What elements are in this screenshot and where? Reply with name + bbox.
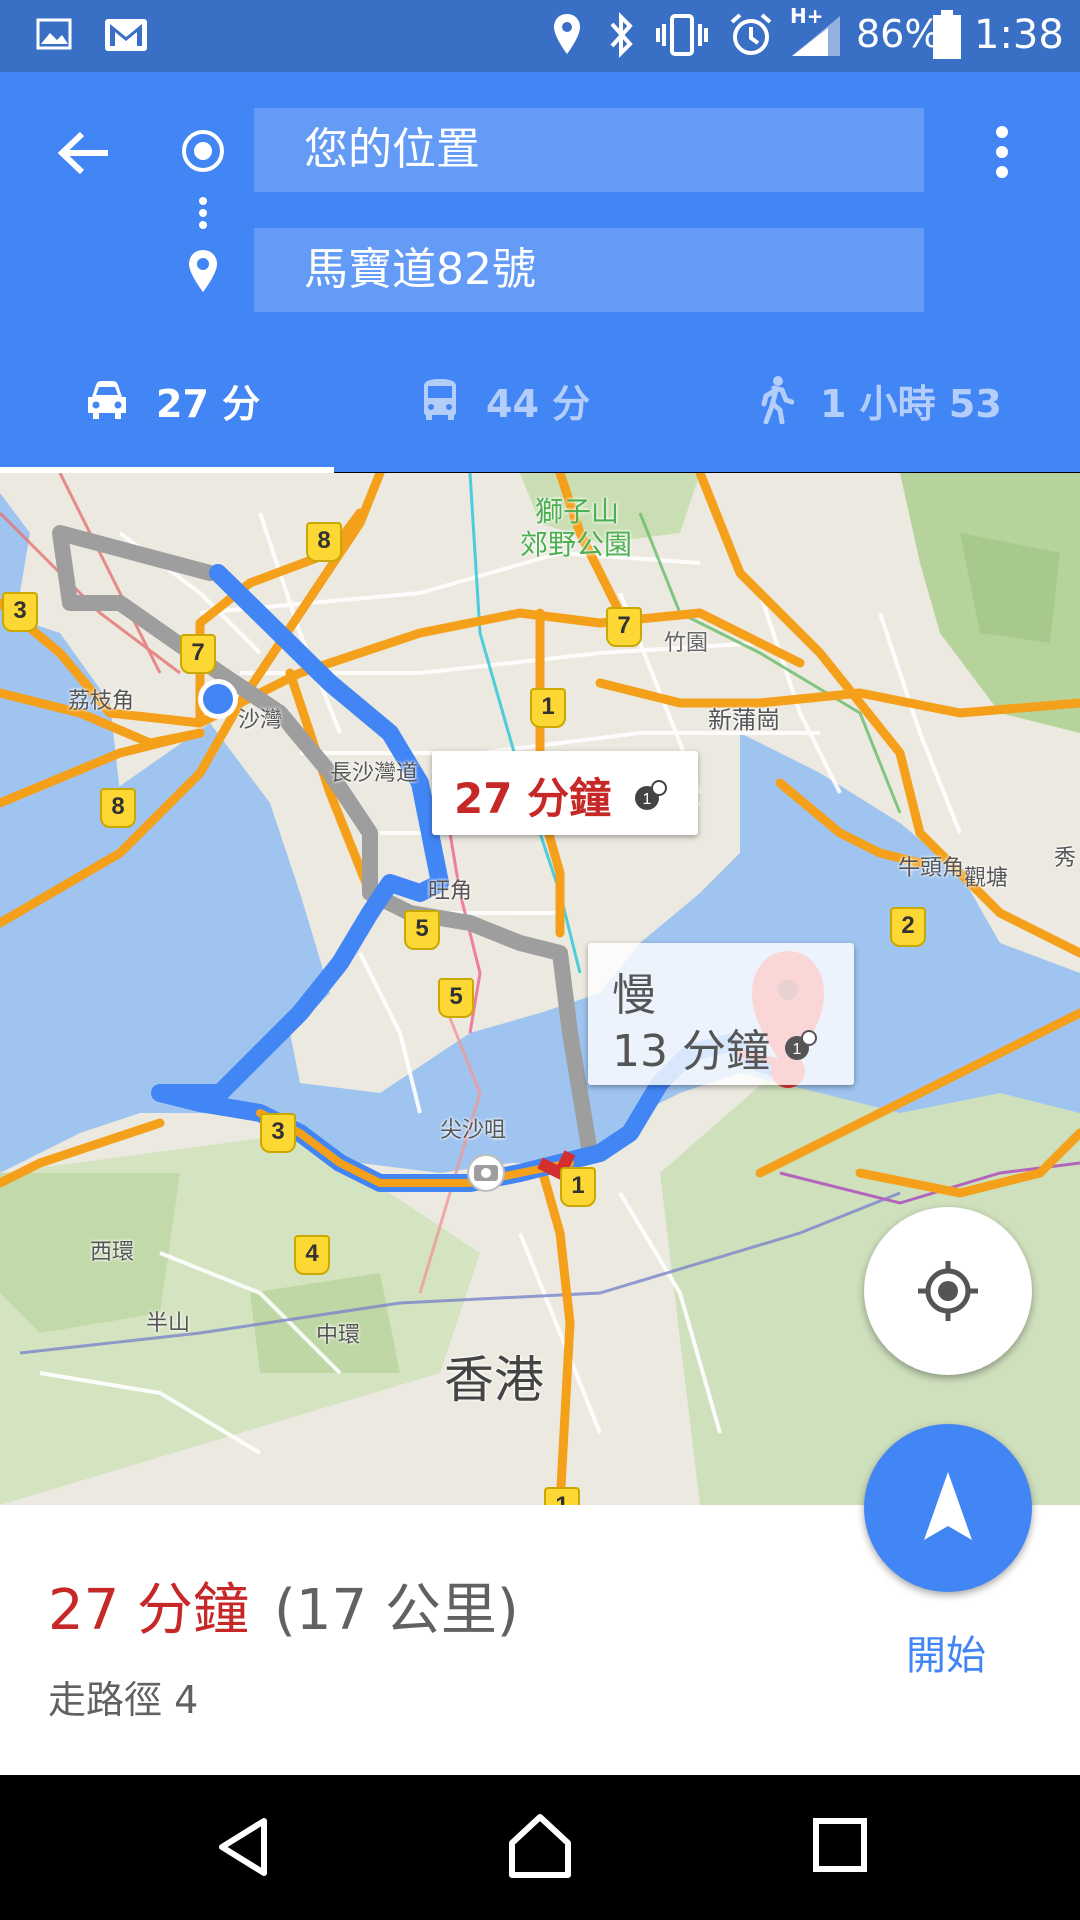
my-location-button[interactable] (864, 1207, 1032, 1375)
map-view[interactable]: 8377185523141 獅子山郊野公園竹園新蒲崗荔枝角沙灣長沙灣道旺角牛頭角… (0, 473, 1080, 1505)
road-shield: 3 (260, 1113, 296, 1153)
location-icon (554, 14, 580, 54)
start-label[interactable]: 開始 (906, 1623, 986, 1681)
navigation-arrow-icon (924, 1472, 972, 1540)
traffic-info-icon: 1 (635, 780, 667, 810)
gmail-icon (105, 19, 147, 51)
bus-icon (424, 379, 456, 420)
more-options-icon[interactable] (990, 124, 1014, 180)
svg-text:1: 1 (793, 1041, 802, 1058)
tab-drive[interactable]: 27 分 (84, 355, 260, 445)
road-shield: 1 (530, 688, 566, 728)
road-shield: 2 (890, 907, 926, 947)
svg-text:1: 1 (643, 791, 652, 808)
tab-transit[interactable]: 44 分 (420, 355, 590, 445)
road-shield: 7 (180, 634, 216, 674)
system-nav-bar (0, 1775, 1080, 1920)
route-time-callout[interactable]: 27 分鐘 1 (432, 751, 698, 835)
alt-route-callout[interactable]: 慢 13 分鐘 1 (588, 943, 854, 1085)
place-label: 長沙灣道 (330, 761, 419, 786)
clock: 1:38 (974, 12, 1064, 58)
vibrate-icon (656, 14, 708, 56)
car-icon (88, 381, 126, 419)
road-shield: 1 (560, 1167, 596, 1207)
summary-via: 走路徑 4 (48, 1678, 199, 1722)
road-shield: 8 (306, 522, 342, 562)
origin-field[interactable]: 您的位置 (254, 108, 924, 192)
traffic-info-icon: 1 (785, 1030, 817, 1060)
battery-icon (933, 10, 961, 59)
tab-walk[interactable]: 1 小時 53 (758, 355, 1002, 445)
nav-back-icon[interactable] (214, 1815, 270, 1879)
bluetooth-icon (610, 12, 633, 58)
road-shield: 3 (2, 592, 38, 632)
nav-recents-icon[interactable] (812, 1817, 868, 1873)
tab-transit-label: 44 分 (486, 381, 591, 426)
place-label: 中環 (316, 1323, 361, 1348)
place-label: 觀塘 (964, 866, 1009, 891)
destination-field[interactable]: 馬寶道82號 (254, 228, 924, 312)
place-label: 郊野公園 (520, 528, 633, 561)
walk-icon (761, 376, 794, 424)
place-label: 香港 (444, 1351, 544, 1409)
status-bar: H+ 86% 1:38 (0, 0, 1080, 72)
road-shield: 5 (404, 910, 440, 950)
alarm-icon (730, 13, 772, 55)
destination-pin-icon (189, 250, 217, 292)
road-shield: 8 (100, 788, 136, 828)
place-label: 沙灣 (238, 708, 283, 733)
tab-drive-label: 27 分 (156, 381, 261, 426)
summary-distance: (17 公里) (274, 1578, 519, 1643)
alt-route-status: 慢 (612, 970, 656, 1021)
place-label: 旺角 (428, 879, 473, 904)
place-label: 尖沙咀 (440, 1118, 507, 1143)
summary-time: 27 分鐘 (48, 1578, 250, 1643)
place-label: 牛頭角 (898, 856, 965, 881)
route-dots-icon (199, 197, 207, 229)
place-label: 西環 (90, 1240, 135, 1265)
battery-percent: 86% (856, 12, 941, 56)
route-time-callout-text: 27 分鐘 (454, 774, 612, 823)
start-navigation-button[interactable] (864, 1424, 1032, 1592)
back-arrow-icon[interactable] (56, 128, 112, 178)
place-label: 荔枝角 (68, 689, 135, 714)
nav-home-icon[interactable] (506, 1811, 574, 1881)
road-shield: 7 (606, 607, 642, 647)
place-label: 新蒲崗 (708, 706, 780, 734)
place-label: 竹園 (664, 631, 709, 656)
alt-route-time: 13 分鐘 (612, 1026, 770, 1077)
place-label: 半山 (146, 1311, 191, 1336)
road-shield: 4 (294, 1235, 330, 1275)
crosshair-icon (918, 1261, 978, 1321)
tab-walk-label: 1 小時 53 (820, 381, 1002, 426)
place-label: 秀 (1054, 846, 1077, 871)
signal-icon (792, 16, 840, 56)
road-shield: 5 (438, 978, 474, 1018)
image-icon (36, 18, 72, 50)
origin-dot-icon (182, 130, 224, 172)
road-shield: 1 (544, 1487, 580, 1505)
